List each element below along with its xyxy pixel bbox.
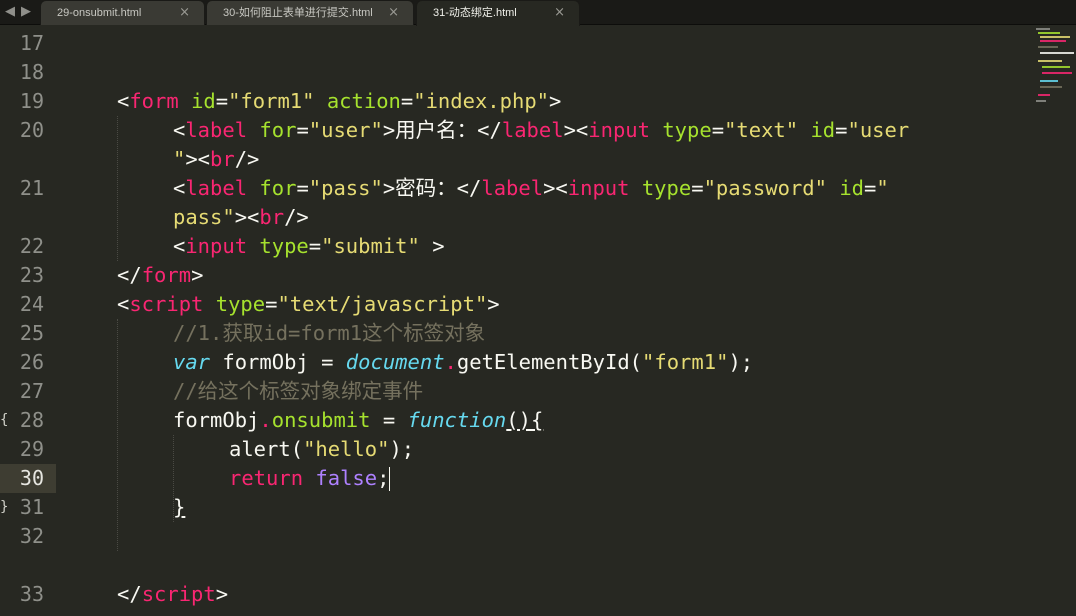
line-number: 19	[19, 89, 44, 113]
tab-29-onsubmit[interactable]: 29-onsubmit.html ×	[40, 0, 205, 25]
code-line-34: </script>	[117, 582, 229, 606]
line-number: 25	[19, 321, 44, 345]
indent-guide	[117, 116, 118, 261]
tab-30-prevent-submit[interactable]: 30-如何阻止表单进行提交.html ×	[206, 0, 414, 25]
code-line-19: <form id="form1" action="index.php">	[117, 89, 562, 113]
code-line-21-wrap: pass"><br/>	[173, 205, 309, 229]
code-line-21: <label for="pass">密码：</label><input type…	[173, 176, 889, 200]
text-cursor	[389, 467, 391, 491]
tab-label: 29-onsubmit.html	[57, 7, 142, 19]
close-tab-icon[interactable]: ×	[388, 1, 399, 25]
line-number: 22	[19, 234, 44, 258]
code-line-31: }	[173, 495, 186, 519]
line-number: 18	[19, 60, 44, 84]
code-line-29: alert("hello");	[229, 437, 415, 461]
code-line-28: formObj.onsubmit = function(){	[173, 408, 544, 432]
minimap[interactable]	[1036, 26, 1076, 106]
tab-bar: ◀ ▶ 29-onsubmit.html × 30-如何阻止表单进行提交.htm…	[0, 0, 1076, 26]
code-line-20: <label for="user">用户名：</label><input typ…	[173, 118, 910, 142]
line-number: 32	[19, 524, 44, 548]
line-number: 21	[19, 176, 44, 200]
code-line-22: <input type="submit" >	[173, 234, 445, 258]
code-line-20-wrap: "><br/>	[173, 147, 260, 171]
code-line-27: //给这个标签对象绑定事件	[173, 379, 424, 403]
line-number-current: 30	[0, 464, 56, 493]
code-line-30: return false;	[229, 466, 391, 491]
line-number: 26	[19, 350, 44, 374]
indent-guide	[117, 319, 118, 551]
tab-31-dynamic-binding[interactable]: 31-动态绑定.html ×	[416, 0, 580, 26]
code-line-25: //1.获取id=form1这个标签对象	[173, 321, 486, 345]
line-number: 24	[19, 292, 44, 316]
close-tab-icon[interactable]: ×	[179, 1, 190, 25]
line-number: 33	[19, 582, 44, 606]
fold-open-icon[interactable]: {	[0, 406, 8, 435]
line-number: 27	[19, 379, 44, 403]
next-tab-icon[interactable]: ▶	[18, 3, 34, 21]
code-line-23: </form>	[117, 263, 204, 287]
close-tab-icon[interactable]: ×	[554, 1, 565, 25]
tab-label: 30-如何阻止表单进行提交.html	[223, 7, 373, 19]
code-line-24: <script type="text/javascript">	[117, 292, 500, 316]
line-number-gutter: 17 18 19 20 21 22 23 24 25 26 27 28 29 3…	[0, 26, 62, 616]
line-number: 17	[19, 31, 44, 55]
fold-close-icon[interactable]: }	[0, 493, 8, 522]
line-number: 23	[19, 263, 44, 287]
line-number: 29	[19, 437, 44, 461]
line-number: 20	[19, 118, 44, 142]
code-line-26: var formObj = document.getElementById("f…	[173, 350, 754, 374]
code-editor[interactable]: <form id="form1" action="index.php"> <la…	[62, 26, 1042, 616]
previous-tab-icon[interactable]: ◀	[2, 3, 18, 21]
tab-label: 31-动态绑定.html	[433, 7, 517, 19]
